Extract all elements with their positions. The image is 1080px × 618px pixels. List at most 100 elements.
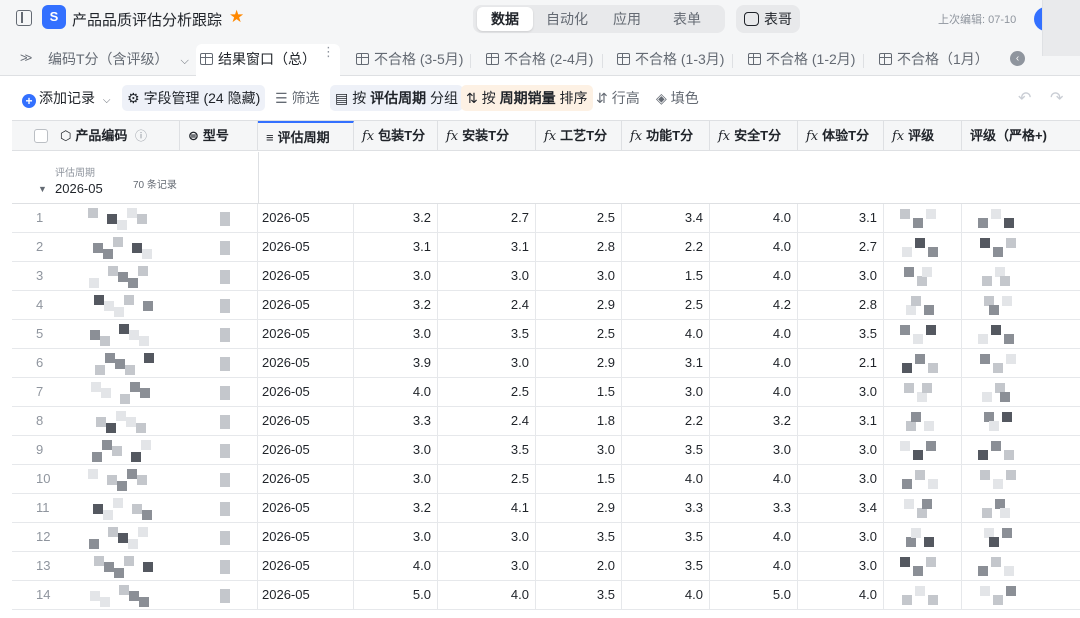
safety-score-cell[interactable]: 4.0 (710, 233, 798, 261)
period-cell[interactable]: 2026-05 (258, 552, 354, 580)
exp-score-cell[interactable]: 3.0 (798, 262, 884, 290)
period-cell[interactable]: 2026-05 (258, 349, 354, 377)
sort-button[interactable]: ⇅ 按 周期销量 排序 (461, 85, 593, 111)
craft-score-cell[interactable]: 3.0 (536, 436, 622, 464)
craft-score-cell[interactable]: 1.5 (536, 378, 622, 406)
redacted-code-cell[interactable] (52, 407, 258, 435)
column-header-pack[interactable]: fx 包装T分 (354, 121, 438, 151)
install-score-cell[interactable]: 2.4 (438, 407, 536, 435)
redacted-code-cell[interactable] (52, 349, 258, 377)
func-score-cell[interactable]: 1.5 (622, 262, 710, 290)
safety-score-cell[interactable]: 4.0 (710, 349, 798, 377)
craft-score-cell[interactable]: 1.8 (536, 407, 622, 435)
tab-fail-3-5[interactable]: 不合格 (3-5月) (352, 44, 463, 76)
redacted-rating-cell[interactable] (884, 581, 962, 609)
redacted-rating-strict-cell[interactable] (962, 262, 1080, 290)
tab-more-icon[interactable]: ⋮ (322, 44, 335, 60)
redacted-rating-cell[interactable] (884, 204, 962, 232)
pack-score-cell[interactable]: 5.0 (354, 581, 438, 609)
exp-score-cell[interactable]: 2.7 (798, 233, 884, 261)
period-cell[interactable]: 2026-05 (258, 378, 354, 406)
redacted-code-cell[interactable] (52, 262, 258, 290)
exp-score-cell[interactable]: 3.0 (798, 465, 884, 493)
redacted-rating-cell[interactable] (884, 436, 962, 464)
install-score-cell[interactable]: 2.5 (438, 378, 536, 406)
tab-fail-1[interactable]: 不合格（1月） (875, 44, 989, 76)
safety-score-cell[interactable]: 4.0 (710, 262, 798, 290)
redacted-rating-strict-cell[interactable] (962, 465, 1080, 493)
redacted-rating-strict-cell[interactable] (962, 552, 1080, 580)
func-score-cell[interactable]: 3.5 (622, 523, 710, 551)
sidebar-toggle-icon[interactable] (16, 10, 32, 26)
table-row[interactable]: 10 2026-05 3.0 2.5 1.5 4.0 4.0 3.0 (12, 465, 1080, 494)
pack-score-cell[interactable]: 3.3 (354, 407, 438, 435)
exp-score-cell[interactable]: 3.0 (798, 552, 884, 580)
craft-score-cell[interactable]: 2.0 (536, 552, 622, 580)
period-cell[interactable]: 2026-05 (258, 233, 354, 261)
safety-score-cell[interactable]: 3.0 (710, 436, 798, 464)
tab-fail-1-3[interactable]: 不合格 (1-3月) (613, 44, 724, 76)
func-score-cell[interactable]: 3.1 (622, 349, 710, 377)
redacted-code-cell[interactable] (52, 523, 258, 551)
select-all-checkbox[interactable] (34, 129, 48, 143)
pack-score-cell[interactable]: 3.2 (354, 494, 438, 522)
column-header-install[interactable]: fx 安装T分 (438, 121, 536, 151)
redo-icon[interactable]: ↷ (1050, 88, 1063, 108)
table-row[interactable]: 3 2026-05 3.0 3.0 3.0 1.5 4.0 3.0 (12, 262, 1080, 291)
redacted-code-cell[interactable] (52, 465, 258, 493)
column-header-function[interactable]: fx 功能T分 (622, 121, 710, 151)
pack-score-cell[interactable]: 3.1 (354, 233, 438, 261)
tab-result-window[interactable]: 结果窗口（总） (196, 44, 340, 76)
redacted-code-cell[interactable] (52, 581, 258, 609)
column-header-rating[interactable]: fx 评级 (884, 121, 962, 151)
func-score-cell[interactable]: 3.5 (622, 552, 710, 580)
table-row[interactable]: 13 2026-05 4.0 3.0 2.0 3.5 4.0 3.0 (12, 552, 1080, 581)
assistant-button[interactable]: 表哥 (736, 5, 800, 33)
group-header[interactable]: 评估周期 ▼ 2026-05 70 条记录 (12, 152, 1080, 204)
install-score-cell[interactable]: 4.0 (438, 581, 536, 609)
install-score-cell[interactable]: 2.5 (438, 465, 536, 493)
period-cell[interactable]: 2026-05 (258, 407, 354, 435)
safety-score-cell[interactable]: 3.3 (710, 494, 798, 522)
install-score-cell[interactable]: 3.0 (438, 523, 536, 551)
redacted-rating-strict-cell[interactable] (962, 204, 1080, 232)
table-row[interactable]: 14 2026-05 5.0 4.0 3.5 4.0 5.0 4.0 (12, 581, 1080, 610)
pack-score-cell[interactable]: 3.9 (354, 349, 438, 377)
craft-score-cell[interactable]: 2.5 (536, 204, 622, 232)
pack-score-cell[interactable]: 3.0 (354, 436, 438, 464)
fill-color-button[interactable]: ◈ 填色 (656, 85, 699, 111)
exp-score-cell[interactable]: 3.1 (798, 204, 884, 232)
column-header-craft[interactable]: fx 工艺T分 (536, 121, 622, 151)
star-icon[interactable]: ★ (229, 7, 244, 27)
redacted-rating-strict-cell[interactable] (962, 233, 1080, 261)
craft-score-cell[interactable]: 1.5 (536, 465, 622, 493)
exp-score-cell[interactable]: 3.1 (798, 407, 884, 435)
func-score-cell[interactable]: 3.0 (622, 378, 710, 406)
filter-button[interactable]: ☰ 筛选 (275, 85, 320, 111)
pack-score-cell[interactable]: 3.0 (354, 320, 438, 348)
redacted-code-cell[interactable] (52, 552, 258, 580)
period-cell[interactable]: 2026-05 (258, 320, 354, 348)
redacted-code-cell[interactable] (52, 494, 258, 522)
app-title[interactable]: 产品品质评估分析跟踪 (72, 9, 222, 30)
install-score-cell[interactable]: 2.4 (438, 291, 536, 319)
install-score-cell[interactable]: 3.5 (438, 320, 536, 348)
pack-score-cell[interactable]: 4.0 (354, 552, 438, 580)
period-cell[interactable]: 2026-05 (258, 204, 354, 232)
redacted-rating-strict-cell[interactable] (962, 494, 1080, 522)
craft-score-cell[interactable]: 2.9 (536, 494, 622, 522)
safety-score-cell[interactable]: 4.2 (710, 291, 798, 319)
period-cell[interactable]: 2026-05 (258, 523, 354, 551)
mode-tab-apps[interactable]: 应用 (599, 7, 655, 31)
pack-score-cell[interactable]: 3.2 (354, 204, 438, 232)
exp-score-cell[interactable]: 4.0 (798, 581, 884, 609)
craft-score-cell[interactable]: 3.5 (536, 581, 622, 609)
period-cell[interactable]: 2026-05 (258, 581, 354, 609)
func-score-cell[interactable]: 2.2 (622, 407, 710, 435)
pack-score-cell[interactable]: 3.2 (354, 291, 438, 319)
safety-score-cell[interactable]: 4.0 (710, 204, 798, 232)
scroll-left-icon[interactable]: ‹ (1010, 51, 1025, 66)
redacted-rating-cell[interactable] (884, 465, 962, 493)
table-row[interactable]: 11 2026-05 3.2 4.1 2.9 3.3 3.3 3.4 (12, 494, 1080, 523)
redacted-rating-cell[interactable] (884, 494, 962, 522)
